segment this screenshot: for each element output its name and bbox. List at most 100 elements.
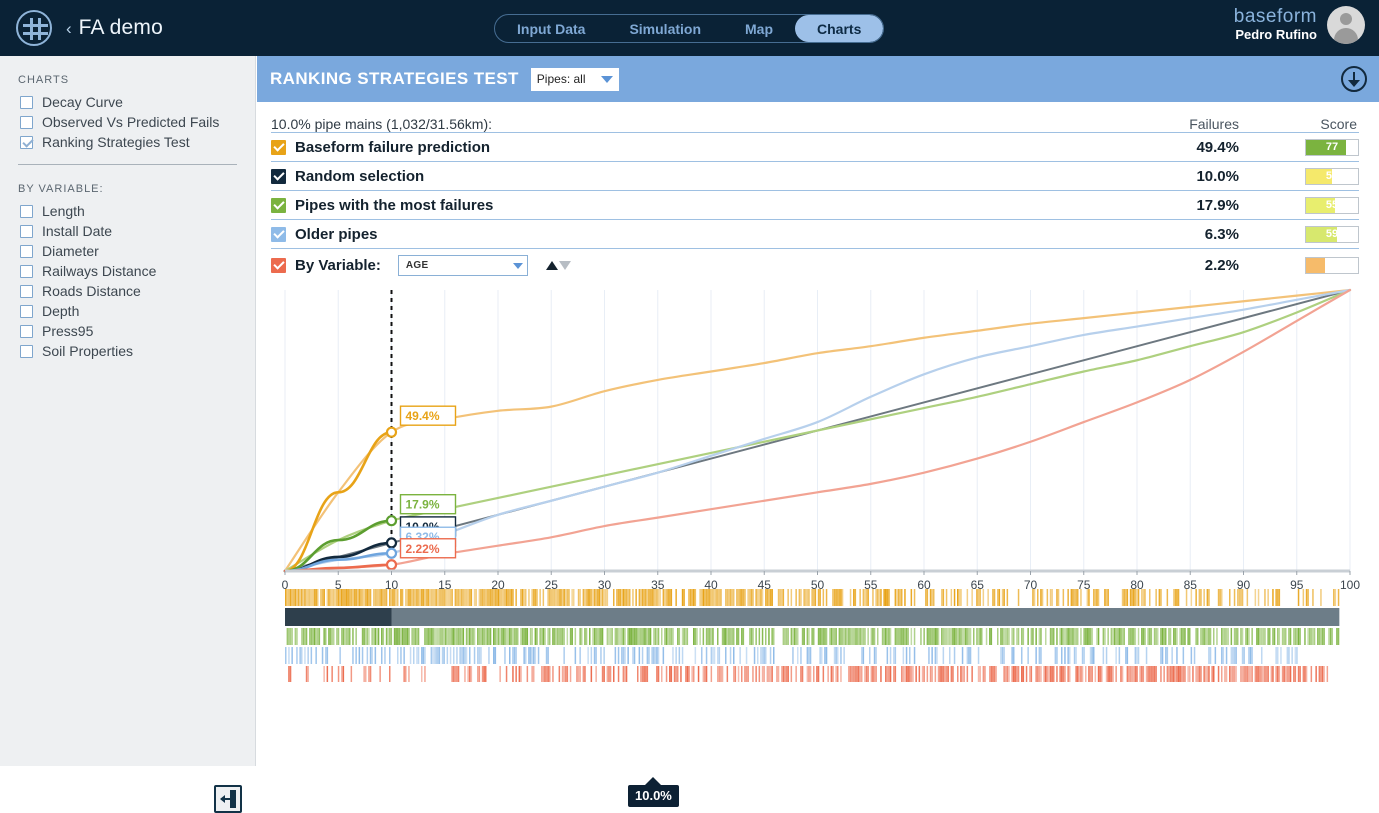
strategies-table: 10.0% pipe mains (1,032/31.56km): Failur… [257,102,1379,282]
panel-header: RANKING STRATEGIES TEST Pipes: all [257,56,1379,102]
checkbox-ranking-strategies-test[interactable] [20,135,33,149]
score-value: 77 [1325,141,1339,153]
sidebar-item-ranking-strategies-test[interactable]: Ranking Strategies Test [0,132,255,152]
table-row[interactable]: Older pipes 6.3% 59 [271,219,1359,248]
project-name: FA demo [78,16,163,39]
brand-logo-text: baseform [1233,6,1317,27]
sidebar-item-decay-curve[interactable]: Decay Curve [0,92,255,112]
tab-simulation[interactable]: Simulation [607,15,723,42]
checkbox-random-selection[interactable] [271,168,286,184]
user-area[interactable]: baseform Pedro Rufino [1234,6,1365,44]
table-row[interactable]: Random selection 10.0% 50 [271,161,1359,190]
checkbox-observed-vs-predicted-fails[interactable] [20,115,33,129]
sidebar-charts-header: CHARTS [18,74,70,86]
sidebar-item-label: Ranking Strategies Test [42,134,190,150]
chart-distribution-strips [285,589,1340,682]
column-header-failures: Failures [1189,116,1239,132]
pipes-filter-select[interactable]: Pipes: all [530,67,619,91]
sidebar-item-railways-distance[interactable]: Railways Distance [0,261,255,281]
checkbox-diameter[interactable] [20,244,33,258]
sidebar-item-label: Diameter [42,243,99,259]
sidebar-item-label: Roads Distance [42,283,141,299]
sidebar-item-depth[interactable]: Depth [0,301,255,321]
row-failures: 6.3% [1204,225,1239,243]
checkbox-by-variable[interactable] [271,258,286,273]
tab-map[interactable]: Map [723,15,795,42]
sidebar-item-label: Railways Distance [42,263,157,279]
download-icon[interactable] [1341,66,1367,92]
user-name: Pedro Rufino [1235,27,1317,42]
tab-input-data[interactable]: Input Data [495,15,607,42]
checkbox-depth[interactable] [20,304,33,318]
sidebar-byvariable-header: BY VARIABLE: [18,183,104,195]
row-failures: 10.0% [1196,167,1239,185]
chevron-down-icon [600,75,613,83]
slider-tooltip[interactable]: 10.0% [628,777,679,807]
checkbox-length[interactable] [20,204,33,218]
sidebar-item-observed-vs-predicted-fails[interactable]: Observed Vs Predicted Fails [0,112,255,132]
score-badge: 59 [1305,225,1359,243]
checkbox-install-date[interactable] [20,224,33,238]
sidebar-item-label: Length [42,203,85,219]
score-badge: 77 [1305,138,1359,156]
svg-text:17.9%: 17.9% [406,498,440,512]
sidebar-item-label: Press95 [42,323,94,339]
baseform-logo-icon[interactable] [16,10,52,46]
column-header-score: Score [1320,116,1357,132]
top-bar: ‹ FA demo Input Data Simulation Map Char… [0,0,1379,56]
sidebar-item-length[interactable]: Length [0,201,255,221]
page-title: RANKING STRATEGIES TEST [270,69,519,88]
table-row[interactable]: Baseform failure prediction 49.4% 77 [271,132,1359,161]
user-avatar-icon[interactable] [1327,6,1365,44]
by-variable-select[interactable]: AGE [397,255,528,276]
table-row[interactable]: Pipes with the most failures 17.9% 55 [271,190,1359,219]
row-failures: 2.2% [1204,257,1239,274]
svg-text:95: 95 [1290,578,1304,592]
svg-text:60: 60 [917,578,931,592]
checkbox-roads-distance[interactable] [20,284,33,298]
sidebar-item-label: Decay Curve [42,94,123,110]
table-row[interactable]: By Variable: AGE 2.2% 37 [271,248,1359,282]
tab-charts[interactable]: Charts [795,15,884,42]
chart-annotations: 49.4%17.9%10.0%6.32%2.22% [399,405,457,559]
main-content: RANKING STRATEGIES TEST Pipes: all 10.0%… [257,56,1379,807]
table-header: 10.0% pipe mains (1,032/31.56km): Failur… [271,102,1359,132]
checkbox-railways-distance[interactable] [20,264,33,278]
sidebar-item-soil-properties[interactable]: Soil Properties [0,341,255,361]
svg-text:100: 100 [1340,578,1360,592]
svg-text:85: 85 [1184,578,1198,592]
row-label: Random selection [295,167,425,185]
chart-markers [283,426,398,573]
row-label: Baseform failure prediction [295,138,491,156]
sort-descending-icon[interactable] [558,261,571,270]
slider-tooltip-value: 10.0% [628,777,679,807]
checkbox-decay-curve[interactable] [20,95,33,109]
project-breadcrumb[interactable]: ‹ FA demo [66,16,163,40]
score-badge: 50 [1305,167,1359,185]
checkbox-press95[interactable] [20,324,33,338]
pipes-filter-value: Pipes: all [536,72,586,86]
chart-x-axis: 0 5 10 15 20 25 30 35 40 45 50 55 60 65 70 75 80 85 90 95 10… [282,569,1360,592]
checkbox-pipes-with-most-failures[interactable] [271,197,286,213]
sidebar-item-roads-distance[interactable]: Roads Distance [0,281,255,301]
sort-ascending-icon[interactable] [545,261,558,270]
score-badge: 37 [1305,257,1359,274]
sort-controls[interactable] [545,261,571,270]
checkbox-soil-properties[interactable] [20,344,33,358]
row-label: Pipes with the most failures [295,196,494,214]
sidebar-item-diameter[interactable]: Diameter [0,241,255,261]
checkbox-older-pipes[interactable] [271,226,286,242]
sidebar-item-label: Observed Vs Predicted Fails [42,114,220,130]
collapse-sidebar-icon[interactable] [214,785,242,813]
row-label: Older pipes [295,225,378,243]
sidebar: CHARTS Decay Curve Observed Vs Predicted… [0,56,256,813]
svg-text:2.22%: 2.22% [406,542,440,556]
checkbox-baseform-failure-prediction[interactable] [271,139,286,155]
score-value: 59 [1325,228,1339,240]
back-chevron-icon[interactable]: ‹ [66,20,72,37]
score-value: 50 [1325,170,1339,182]
ranking-strategies-chart-svg[interactable]: 0 5 10 15 20 25 30 35 40 45 50 55 60 65 70 75 80 85 90 95 10… [257,286,1379,686]
sidebar-item-install-date[interactable]: Install Date [0,221,255,241]
score-value: 55 [1325,199,1339,211]
sidebar-item-press95[interactable]: Press95 [0,321,255,341]
